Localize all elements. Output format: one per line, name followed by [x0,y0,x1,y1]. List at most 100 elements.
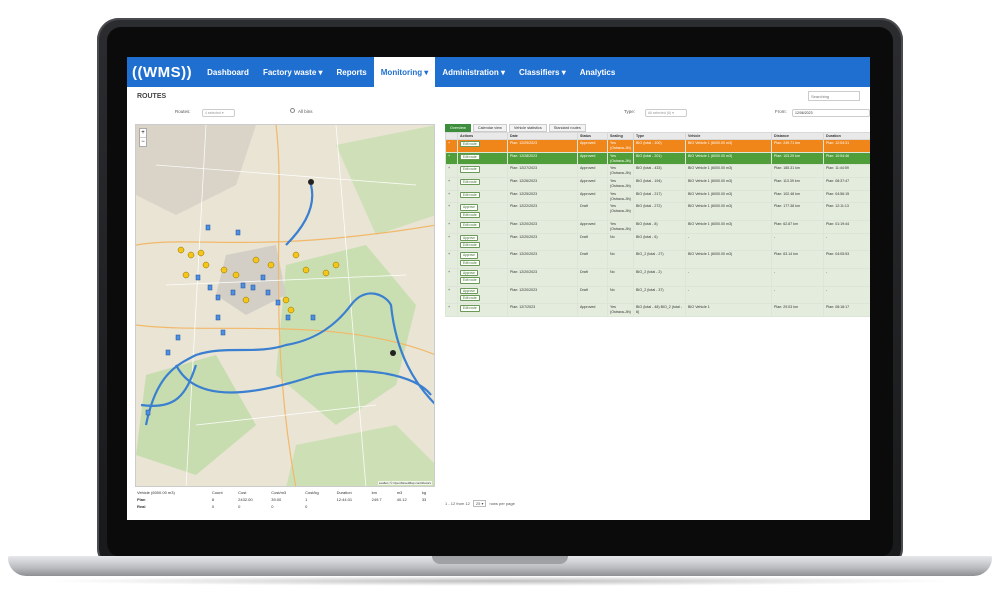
edit-route-button[interactable]: Edit route [460,277,480,284]
table-row[interactable]: + Edit route Plan: 12/20/2023 Approved Yes (… [445,220,870,234]
approve-button[interactable]: Approve [460,287,478,294]
column-header[interactable]: Type [633,132,686,140]
expand-toggle[interactable]: + [445,151,458,166]
cell-status: Approved [577,220,608,234]
approve-button[interactable]: Approve [460,270,478,277]
summary-cell: 33 [421,497,427,502]
column-header[interactable]: Actions [457,132,508,140]
laptop-shadow [40,576,960,586]
tab-overview[interactable]: Overview [445,124,471,132]
table-row[interactable]: + Edit route Plan: 12/29/2023 Approved Yes (… [445,139,870,153]
edit-route-button[interactable]: Edit route [460,242,480,249]
edit-route-button[interactable]: Edit route [460,294,480,302]
table-row[interactable]: + Edit route Plan: 12/28/2023 Approved Yes (… [445,151,870,166]
expand-toggle[interactable]: + [445,268,458,287]
all-bins-radio[interactable] [290,108,295,113]
expand-toggle[interactable]: + [445,232,458,252]
search-input[interactable]: Searching [808,91,860,101]
tab-vehicle-statistics[interactable]: Vehicle statistics [508,124,547,132]
expand-toggle[interactable]: + [445,303,458,317]
row-actions: Edit route [457,139,508,153]
routes-select[interactable]: 4 selected ▾ [202,109,235,117]
table-row[interactable]: + Approve Edit route Plan: 12/20/2023 Draft N… [445,268,870,287]
summary-real-row: Real 0 0 0 0 [135,503,435,510]
edit-route-button[interactable]: Edit route [460,305,480,312]
cell-status: Draft [577,268,608,287]
rows-per-page-select[interactable]: 25 ▾ [472,500,487,507]
summary-header: Duration [336,490,352,495]
approve-button[interactable]: Approve [460,204,478,211]
nav-classifiers[interactable]: Classifiers ▾ [512,57,573,87]
cell-duration: Plan: 12:04:31 [823,139,870,153]
depot-marker[interactable] [308,179,314,185]
table-row[interactable]: + Edit route Plan: 12/27/2023 Approved Yes (… [445,164,870,179]
cell-type: BIO (total - 8) [633,220,686,234]
table-row[interactable]: + Edit route Plan: 12/26/2023 Approved Yes (… [445,177,870,191]
cell-duration: - [823,232,870,252]
cell-vehicle: BIO Vehicle 1 (6000.00 m3) [685,177,772,191]
table-row[interactable]: + Approve Edit route Plan: 12/20/2023 Draft N… [445,250,870,269]
nav-reports[interactable]: Reports [330,57,374,87]
nav-administration[interactable]: Administration ▾ [435,57,512,87]
expand-toggle[interactable]: + [445,177,458,191]
approve-button[interactable]: Approve [460,252,478,259]
expand-toggle[interactable]: + [445,189,458,204]
summary-cell [420,503,435,510]
nav-dashboard[interactable]: Dashboard [200,57,256,87]
cell-vehicle: BIO Vehicle 1 (6000.00 m3) [685,250,772,269]
summary-cell [370,503,395,510]
table-row[interactable]: + Approve Edit route Plan: 12/20/2023 Draft N… [445,232,870,252]
type-select[interactable]: All selected (6) ▾ [645,109,687,117]
table-row[interactable]: + Edit route Plan: 12/25/2023 Approved Yes (… [445,189,870,204]
expand-toggle[interactable]: + [445,164,458,179]
summary-header: m3 [396,490,403,495]
table-row[interactable]: + Approve Edit route Plan: 12/22/2023 Draft Y… [445,202,870,222]
tab-calendar-view[interactable]: Calendar view [472,124,507,132]
column-header[interactable] [445,132,458,140]
cell-distance: Plan: 63.14 km [771,250,824,269]
cell-vehicle: - [685,232,772,252]
map-canvas[interactable] [136,125,435,487]
nav-monitoring[interactable]: Monitoring ▾ [373,57,436,87]
edit-route-button[interactable]: Edit route [460,259,480,266]
cell-sealing: Yes (Ostrava-Jih) [607,202,634,222]
summary-cell: 1 [305,497,308,502]
edit-route-button[interactable]: Edit route [460,211,480,219]
tab-standard-routes[interactable]: Standard routes [548,124,586,132]
cell-distance: Plan: 249.71 km [771,139,824,153]
column-header[interactable]: Distance [771,132,824,140]
expand-toggle[interactable]: + [445,285,458,305]
edit-route-button[interactable]: Edit route [460,222,480,229]
edit-route-button[interactable]: Edit route [460,141,480,148]
expand-toggle[interactable]: + [445,220,458,234]
table-row[interactable]: + Edit route Plan: 12/7/2023 Approved Yes (O… [445,303,870,317]
edit-route-button[interactable]: Edit route [460,191,480,199]
expand-toggle[interactable]: + [445,202,458,222]
expand-toggle[interactable]: + [445,139,458,153]
approve-button[interactable]: Approve [460,234,478,242]
routes-table-body: + Edit route Plan: 12/29/2023 Approved Yes (… [445,139,870,317]
column-header[interactable]: Status [577,132,608,140]
app-logo[interactable]: ((WMS)) [127,64,200,81]
cell-vehicle: BIO Vehicle 1 (6000.00 m3) [685,164,772,179]
cell-sealing: Yes (Ostrava-Jih) [607,303,634,317]
edit-route-button[interactable]: Edit route [460,166,480,173]
edit-route-button[interactable]: Edit route [460,153,480,160]
zoom-in-button[interactable]: + [140,129,146,137]
cell-vehicle: BIO Vehicle 1 [685,303,772,317]
edit-route-button[interactable]: Edit route [460,179,480,186]
cell-type: BIO (total - 201) [633,151,686,166]
end-marker[interactable] [390,350,396,356]
nav-analytics[interactable]: Analytics [573,57,623,87]
cell-vehicle: BIO Vehicle 1 (6000.00 m3) [685,202,772,222]
expand-toggle[interactable]: + [445,250,458,269]
zoom-out-button[interactable]: − [140,137,146,146]
column-header[interactable]: Vehicle [685,132,772,140]
from-date-input[interactable]: 12/06/2023 [792,109,870,117]
column-header[interactable]: Date [507,132,578,140]
nav-factory-waste[interactable]: Factory waste ▾ [256,57,330,87]
column-header[interactable]: Sealing [607,132,634,140]
column-header[interactable]: Duration [823,132,870,140]
routes-map[interactable]: + − Leaflet | © OpenStreetMap contributo… [135,124,435,487]
table-row[interactable]: + Approve Edit route Plan: 12/20/2023 Draft N… [445,285,870,305]
